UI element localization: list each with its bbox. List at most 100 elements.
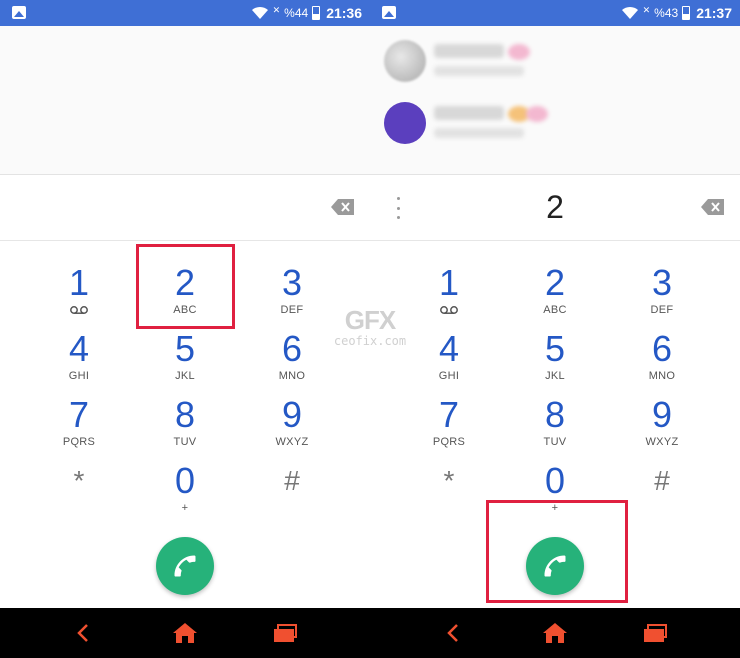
navigation-bar	[0, 608, 370, 658]
dialer-screen-right: ✕ %43 21:37 2 1 2 ABC 3 DEF 4 GHI 5 JKL 6 MNO 7 PQRS…	[370, 0, 740, 658]
contact-name-blurred	[434, 44, 504, 58]
call-button[interactable]	[526, 537, 584, 595]
key-digit: 5	[174, 328, 196, 369]
key-5[interactable]: 5 JKL	[132, 325, 238, 387]
phone-icon	[174, 555, 196, 577]
watermark: GFX ceofix.com	[322, 305, 418, 361]
key-8[interactable]: 8 TUV	[502, 391, 608, 453]
key-2[interactable]: 2 ABC	[502, 259, 608, 321]
home-icon[interactable]	[541, 620, 569, 646]
wifi-icon	[621, 6, 638, 19]
contacts-list	[370, 26, 740, 174]
clock: 21:37	[696, 5, 732, 21]
more-options-icon[interactable]	[392, 197, 404, 219]
key-digit: 8	[544, 394, 566, 435]
back-icon[interactable]	[440, 620, 468, 646]
navigation-bar	[370, 608, 740, 658]
battery-percent: %43	[654, 6, 679, 20]
key-letters: TUV	[173, 436, 197, 448]
home-icon[interactable]	[171, 620, 199, 646]
contact-number-blurred	[434, 66, 524, 76]
key-6[interactable]: 6 MNO	[609, 325, 715, 387]
battery-percent: %44	[284, 6, 309, 20]
back-icon[interactable]	[70, 620, 98, 646]
key-5[interactable]: 5 JKL	[502, 325, 608, 387]
key-letters: JKL	[545, 370, 565, 382]
key-letters: ABC	[173, 304, 197, 316]
battery-icon	[682, 6, 691, 20]
watermark-site: ceofix.com	[333, 334, 407, 348]
key-letters: TUV	[543, 436, 567, 448]
key-digit: 1	[438, 262, 460, 303]
recents-icon[interactable]	[272, 620, 300, 646]
key-digit: 7	[438, 394, 460, 435]
key-star[interactable]: *	[396, 457, 502, 519]
key-digit: 9	[651, 394, 673, 435]
backspace-icon[interactable]	[330, 197, 356, 217]
key-7[interactable]: 7 PQRS	[396, 391, 502, 453]
key-7[interactable]: 7 PQRS	[26, 391, 132, 453]
key-digit: *	[443, 465, 455, 496]
dialer-screen-left: ✕ %44 21:36 1 2 ABC 3 DEF 4 GHI 5 JKL 6 MNO 7 PQRS 8 T…	[0, 0, 370, 658]
key-digit: #	[654, 465, 670, 496]
key-letters: +	[181, 502, 189, 514]
key-letters: WXYZ	[275, 436, 309, 448]
key-star[interactable]: *	[26, 457, 132, 519]
dialpad: 1 2 ABC 3 DEF 4 GHI 5 JKL 6 MNO 7 PQRS 8 TUV 9 WXYZ * 0 + #	[0, 174, 370, 608]
key-digit: 2	[174, 262, 196, 303]
key-letters: WXYZ	[645, 436, 679, 448]
key-digit: 6	[651, 328, 673, 369]
phone-icon	[544, 555, 566, 577]
key-letters: GHI	[68, 370, 90, 382]
avatar	[384, 40, 426, 82]
wifi-icon	[251, 6, 268, 19]
watermark-logo: GFX	[344, 305, 396, 335]
key-4[interactable]: 4 GHI	[26, 325, 132, 387]
contact-item[interactable]	[384, 32, 724, 88]
dialpad: 2 1 2 ABC 3 DEF 4 GHI 5 JKL 6 MNO 7 PQRS 8 TUV 9 WXYZ * 0 +…	[370, 174, 740, 608]
gallery-notification-icon	[382, 6, 396, 19]
key-9[interactable]: 9 WXYZ	[239, 391, 345, 453]
key-digit: *	[73, 465, 85, 496]
key-letters: GHI	[438, 370, 460, 382]
key-digit: 4	[68, 328, 90, 369]
key-0[interactable]: 0 +	[132, 457, 238, 519]
key-letters: JKL	[175, 370, 195, 382]
key-letters: MNO	[278, 370, 306, 382]
key-digit: 7	[68, 394, 90, 435]
key-letters: PQRS	[432, 436, 466, 448]
key-digit: 9	[281, 394, 303, 435]
key-digit: 8	[174, 394, 196, 435]
key-1[interactable]: 1	[26, 259, 132, 321]
key-digit: 1	[68, 262, 90, 303]
recents-icon[interactable]	[642, 620, 670, 646]
key-2[interactable]: 2 ABC	[132, 259, 238, 321]
clock: 21:36	[326, 5, 362, 21]
key-hash[interactable]: #	[239, 457, 345, 519]
backspace-icon[interactable]	[700, 197, 726, 217]
key-letters: PQRS	[62, 436, 96, 448]
no-signal-icon: ✕	[272, 4, 281, 15]
key-digit: 0	[174, 460, 196, 501]
contact-name-blurred	[434, 106, 504, 120]
key-hash[interactable]: #	[609, 457, 715, 519]
avatar	[384, 102, 426, 144]
dial-display	[0, 175, 370, 241]
dial-display: 2	[370, 175, 740, 241]
dialed-digits: 2	[546, 189, 564, 225]
no-signal-icon: ✕	[642, 4, 651, 15]
key-letters: DEF	[650, 304, 674, 316]
gallery-notification-icon	[12, 6, 26, 19]
key-0[interactable]: 0 +	[502, 457, 608, 519]
voicemail-icon	[70, 306, 88, 314]
key-9[interactable]: 9 WXYZ	[609, 391, 715, 453]
key-3[interactable]: 3 DEF	[609, 259, 715, 321]
battery-icon	[312, 6, 321, 20]
call-button[interactable]	[156, 537, 214, 595]
contact-item[interactable]	[384, 94, 724, 150]
key-digit: 3	[651, 262, 673, 303]
key-digit: 0	[544, 460, 566, 501]
status-bar: ✕ %44 21:36	[0, 0, 370, 26]
key-8[interactable]: 8 TUV	[132, 391, 238, 453]
contacts-area	[0, 26, 370, 174]
